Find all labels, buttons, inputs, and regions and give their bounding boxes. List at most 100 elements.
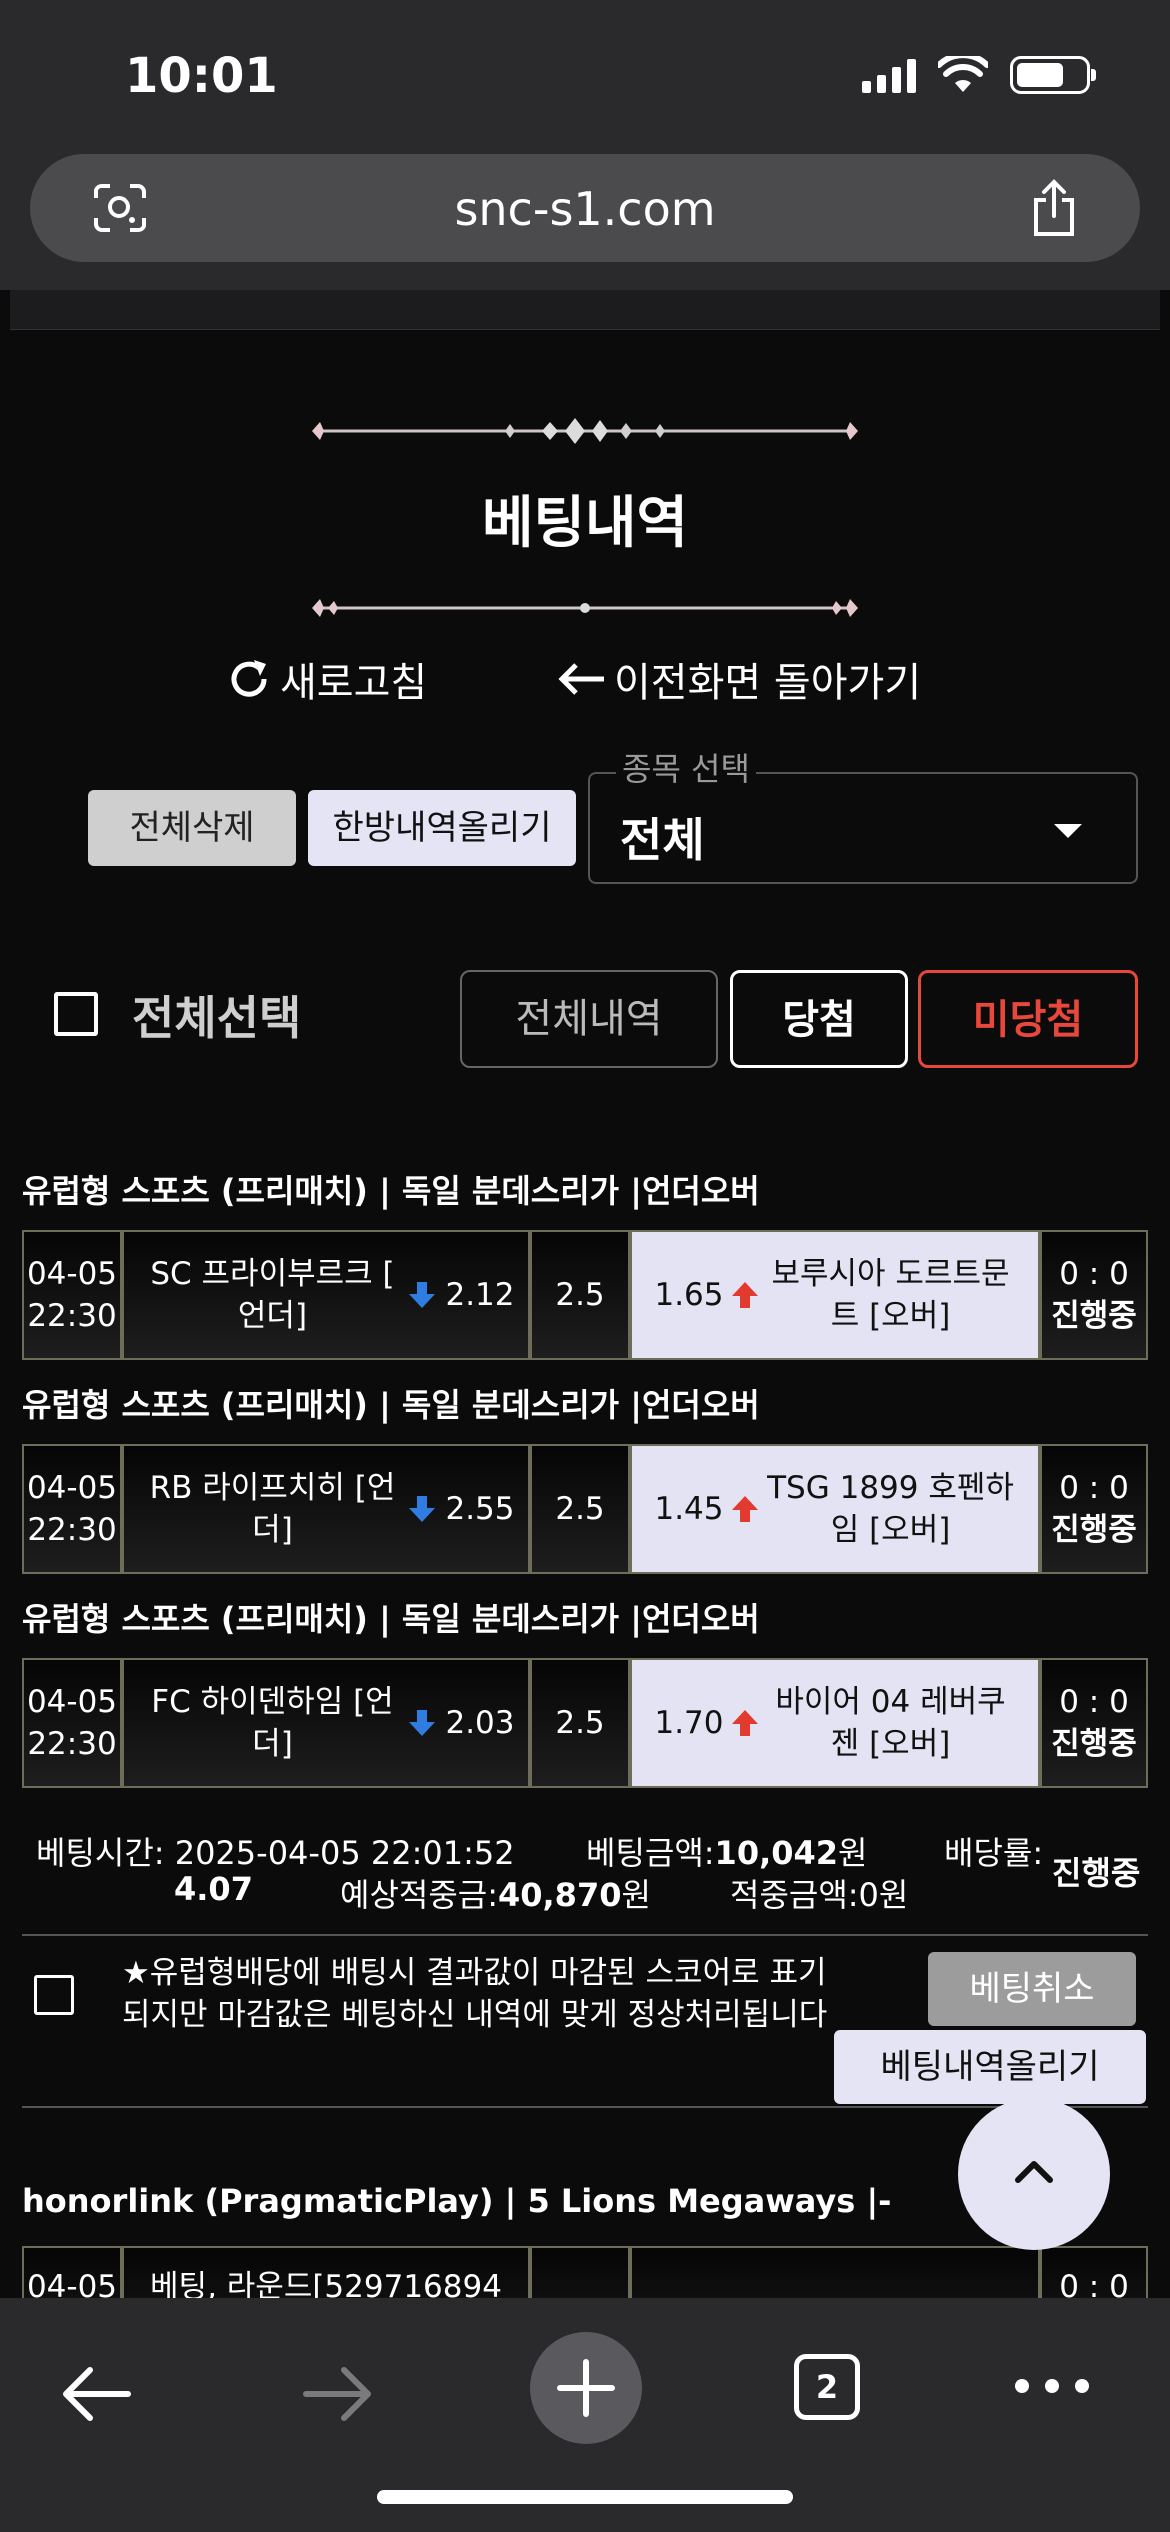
status-text: 진행중 [1051, 1298, 1137, 1334]
score: 0 : 0 [1059, 1470, 1129, 1506]
back-label: 이전화면 돌아가기 [614, 660, 922, 706]
away-team: TSG 1899 호펜하 [767, 1470, 1014, 1506]
refresh-icon [231, 660, 267, 697]
home-odds: 2.55 [445, 1491, 515, 1527]
summary-status: 진행중 [1052, 1854, 1141, 1892]
expected-amount: 예상적중금:40,870원 [340, 1876, 651, 1914]
bet-row[interactable]: 04-05 22:30 SC 프라이부르크 [언더] 2.12 2.5 1.65 … [22, 1230, 1148, 1360]
odds-down-icon [409, 1496, 436, 1522]
handicap-line [530, 2246, 630, 2298]
sport-select-value: 전체 [620, 813, 705, 867]
away-pick[interactable]: 1.70 바이어 04 레버쿠 젠 [오버] [630, 1658, 1040, 1788]
away-pick [630, 2246, 1040, 2298]
bet-header: 유럽형 스포츠 (프리매치) | 독일 분데스리가 |언더오버 [22, 1172, 760, 1210]
bet-amount: 베팅금액:10,042원 [586, 1834, 868, 1872]
filter-lost-button[interactable]: 미당첨 [918, 970, 1138, 1068]
plus-icon [557, 2359, 615, 2417]
divider [22, 1934, 1148, 1936]
odds-up-icon [731, 1710, 758, 1736]
sport-select[interactable]: 종목 선택 전체 [588, 744, 1138, 884]
bet-result: 0 : 0 진행중 [1040, 1444, 1148, 1574]
forward-icon[interactable] [302, 2364, 374, 2424]
score: 0 : 0 [1059, 1256, 1129, 1292]
filter-won-button[interactable]: 당첨 [730, 970, 908, 1068]
share-icon[interactable] [1028, 178, 1080, 238]
chevron-up-icon [1015, 2161, 1053, 2183]
status-text: 진행중 [1051, 1512, 1137, 1548]
home-team: RB 라이프치히 [언 [149, 1470, 396, 1506]
home-pick[interactable]: SC 프라이부르크 [언더] 2.12 [122, 1230, 530, 1360]
away-odds: 1.65 [654, 1277, 724, 1313]
select-all-checkbox[interactable] [54, 992, 98, 1036]
more-icon[interactable] [1012, 2374, 1092, 2398]
away-pick[interactable]: 1.65 보루시아 도르트문 트 [오버] [630, 1230, 1040, 1360]
bet-header: 유럽형 스포츠 (프리매치) | 독일 분데스리가 |언더오버 [22, 1386, 760, 1424]
tabs-button[interactable]: 2 [794, 2354, 860, 2420]
url-text: snc-s1.com [454, 182, 716, 236]
away-team: 바이어 04 레버쿠 [775, 1684, 1006, 1720]
home-pick[interactable]: RB 라이프치히 [언 더] 2.55 [122, 1444, 530, 1574]
caret-down-icon [1054, 824, 1082, 838]
bet-row[interactable]: 04-05 베팅, 라운드[529716894 0 : 0 [22, 2246, 1148, 2298]
bet-result: 0 : 0 진행중 [1040, 1658, 1148, 1788]
home-team: FC 하이덴하임 [언 [151, 1684, 394, 1720]
odds-down-icon [409, 1282, 436, 1308]
upload-history-button[interactable]: 베팅내역올리기 [834, 2030, 1146, 2104]
away-odds: 1.45 [654, 1491, 724, 1527]
home-odds: 2.03 [445, 1705, 515, 1741]
bet-header: honorlink (PragmaticPlay) | 5 Lions Mega… [22, 2182, 892, 2220]
title-ornament-bottom [312, 599, 858, 617]
wifi-icon [938, 56, 988, 92]
score: 0 : 0 [1059, 1684, 1129, 1720]
status-bar: 10:01 [0, 0, 1170, 150]
refresh-link[interactable]: 새로고침 [226, 650, 427, 708]
bet-time: 베팅시간: 2025-04-05 22:01:52 [36, 1834, 515, 1872]
total-odds: 4.07 [174, 1870, 253, 1908]
odds-up-icon [731, 1282, 758, 1308]
address-bar[interactable]: snc-s1.com [30, 154, 1140, 262]
bet-select-checkbox[interactable] [34, 1975, 74, 2015]
cellular-signal-icon [862, 57, 916, 93]
battery-icon [1010, 56, 1096, 94]
page-title: 베팅내역 [481, 491, 689, 556]
select-all-label: 전체선택 [132, 991, 302, 1045]
nav-links: 새로고침 이전화면 돌아가기 [0, 650, 1170, 710]
odds-label: 배당률: [944, 1834, 1044, 1872]
home-pick[interactable]: FC 하이덴하임 [언 더] 2.03 [122, 1658, 530, 1788]
away-team: 보루시아 도르트문 [771, 1256, 1010, 1292]
status-time: 10:01 [125, 48, 278, 104]
bet-datetime: 04-05 [22, 2246, 122, 2298]
away-pick[interactable]: 1.45 TSG 1899 호펜하 임 [오버] [630, 1444, 1040, 1574]
bet-datetime: 04-05 22:30 [22, 1658, 122, 1788]
bet-row[interactable]: 04-05 22:30 RB 라이프치히 [언 더] 2.55 2.5 1.45 T… [22, 1444, 1148, 1574]
bet-result: 0 : 0 진행중 [1040, 1230, 1148, 1360]
bet-description: 베팅, 라운드[529716894 [122, 2246, 530, 2298]
home-team: SC 프라이부르크 [ [150, 1256, 395, 1292]
away-odds: 1.70 [654, 1705, 724, 1741]
odds-down-icon [409, 1710, 436, 1736]
status-text: 진행중 [1051, 1726, 1137, 1762]
upload-single-history-button[interactable]: 한방내역올리기 [308, 790, 576, 866]
arrow-left-icon [558, 663, 604, 695]
browser-address-area: snc-s1.com [0, 150, 1170, 290]
bet-row[interactable]: 04-05 22:30 FC 하이덴하임 [언 더] 2.03 2.5 1.70 바… [22, 1658, 1148, 1788]
home-indicator [377, 2490, 793, 2504]
bet-datetime: 04-05 22:30 [22, 1444, 122, 1574]
home-odds: 2.12 [445, 1277, 515, 1313]
bet-datetime: 04-05 22:30 [22, 1230, 122, 1360]
delete-all-button[interactable]: 전체삭제 [88, 790, 296, 866]
score: 0 : 0 [1040, 2246, 1148, 2298]
hit-amount: 적중금액:0원 [730, 1876, 909, 1914]
refresh-label: 새로고침 [280, 660, 428, 706]
bet-header: 유럽형 스포츠 (프리매치) | 독일 분데스리가 |언더오버 [22, 1600, 760, 1638]
back-link[interactable]: 이전화면 돌아가기 [556, 650, 921, 708]
sport-select-label: 종목 선택 [616, 744, 756, 790]
cancel-bet-button[interactable]: 베팅취소 [928, 1952, 1136, 2026]
back-icon[interactable] [60, 2364, 132, 2424]
status-icons [862, 56, 1096, 94]
new-tab-button[interactable] [530, 2332, 642, 2444]
scroll-top-button[interactable] [958, 2098, 1110, 2250]
handicap-line: 2.5 [530, 1444, 630, 1574]
filter-all-button[interactable]: 전체내역 [460, 970, 718, 1068]
handicap-line: 2.5 [530, 1658, 630, 1788]
